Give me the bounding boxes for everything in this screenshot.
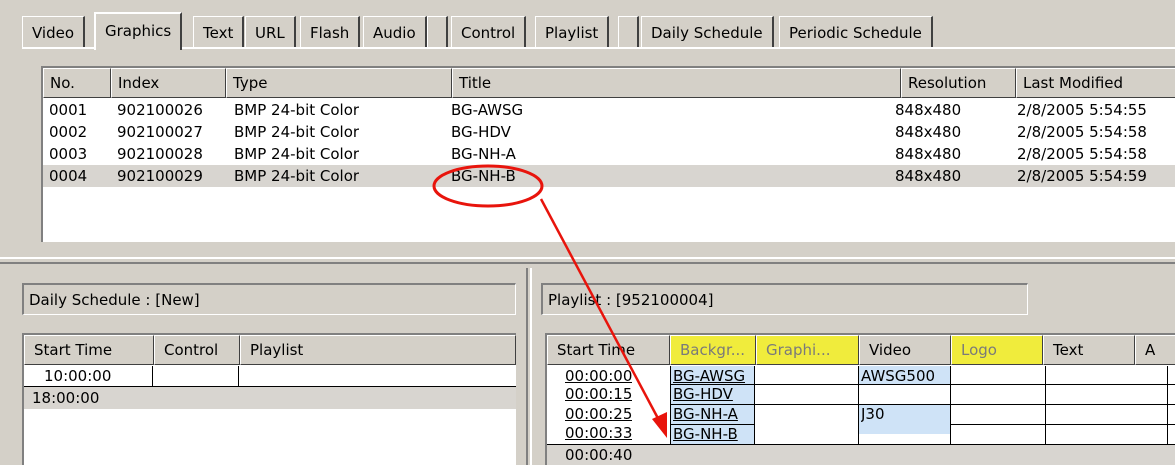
playlist-background-item: BG-HDV <box>673 386 733 403</box>
playlist-caption: Playlist : [952100004] <box>541 283 1028 315</box>
grid-line <box>152 366 153 387</box>
cell-no: 0004 <box>49 167 88 185</box>
cell-index: 902100029 <box>117 167 203 185</box>
col-playlist[interactable]: Playlist <box>240 335 516 365</box>
playlist-background-item: BG-AWSG <box>673 368 746 385</box>
media-table-header: No. Index Type Title Resolution Last Mod… <box>43 68 1175 98</box>
vertical-splitter[interactable] <box>526 268 528 465</box>
tab-text[interactable]: Text <box>193 16 245 48</box>
col-audio[interactable]: A <box>1135 335 1175 365</box>
grid-line <box>951 424 1175 425</box>
cell-title: BG-AWSG <box>451 101 524 119</box>
cell-resolution: 848x480 <box>895 123 962 141</box>
tab-spacer <box>427 16 448 48</box>
cell-resolution: 848x480 <box>895 167 962 185</box>
table-row[interactable]: 0001 902100026 BMP 24-bit Color BG-AWSG … <box>43 99 1175 121</box>
cell-type: BMP 24-bit Color <box>234 101 360 119</box>
cell-last-modified: 2/8/2005 5:54:55 <box>1017 101 1147 119</box>
tab-audio[interactable]: Audio <box>363 16 427 48</box>
col-last-modified[interactable]: Last Modified <box>1016 68 1175 98</box>
col-start-time[interactable]: Start Time <box>24 335 154 365</box>
tab-flash[interactable]: Flash <box>300 16 361 48</box>
playlist-table[interactable]: Start Time Backgr... Graphi... Video Log… <box>545 333 1175 465</box>
tab-daily-schedule[interactable]: Daily Schedule <box>641 16 774 48</box>
cell-title: BG-NH-A <box>451 145 516 163</box>
tab-control[interactable]: Control <box>451 16 527 48</box>
daily-schedule-caption: Daily Schedule : [New] <box>22 283 516 315</box>
playlist-background-item: BG-NH-A <box>673 406 738 423</box>
cell-title: BG-HDV <box>451 123 511 141</box>
grid-line <box>1045 366 1046 444</box>
media-table[interactable]: No. Index Type Title Resolution Last Mod… <box>41 66 1175 242</box>
table-row-selected[interactable]: 0004 902100029 BMP 24-bit Color BG-NH-B … <box>43 165 1175 187</box>
col-background[interactable]: Backgr... <box>670 335 756 365</box>
grid-line <box>670 404 951 405</box>
cell-no: 0003 <box>49 145 88 163</box>
cell-type: BMP 24-bit Color <box>234 167 360 185</box>
cell-index: 902100026 <box>117 101 203 119</box>
tab-graphics[interactable]: Graphics <box>94 12 183 50</box>
daily-cell-start-time[interactable]: 10:00:00 <box>24 366 154 386</box>
cell-resolution: 848x480 <box>895 101 962 119</box>
playlist-time[interactable]: 00:00:15 <box>565 386 632 404</box>
grid-line <box>950 366 951 444</box>
splitter-highlight <box>0 257 1175 259</box>
col-title[interactable]: Title <box>452 68 901 98</box>
cell-index: 902100027 <box>117 123 203 141</box>
daily-schedule-table[interactable]: Start Time Control Playlist 10:00:00 18:… <box>22 333 516 465</box>
grid-line <box>951 384 1175 385</box>
cell-title: BG-NH-B <box>451 167 516 185</box>
cell-no: 0002 <box>49 123 88 141</box>
grid-line <box>1167 366 1168 444</box>
col-type[interactable]: Type <box>226 68 452 98</box>
playlist-time[interactable]: 00:00:00 <box>565 368 632 386</box>
splitter-shadow[interactable] <box>0 262 1175 264</box>
grid-line <box>754 366 755 444</box>
tab-spacer-2 <box>618 16 639 48</box>
cell-no: 0001 <box>49 101 88 119</box>
cell-resolution: 848x480 <box>895 145 962 163</box>
col-text[interactable]: Text <box>1043 335 1135 365</box>
col-index[interactable]: Index <box>111 68 226 98</box>
grid-line <box>670 424 755 425</box>
playlist-video-item: AWSG500 <box>861 368 936 385</box>
vertical-splitter-highlight <box>530 268 532 465</box>
grid-line <box>951 404 1175 405</box>
col-no[interactable]: No. <box>43 68 111 98</box>
grid-line <box>238 366 239 387</box>
tab-underline <box>22 47 1175 49</box>
table-row[interactable]: 0002 902100027 BMP 24-bit Color BG-HDV 8… <box>43 121 1175 143</box>
playlist-video-item: J30 <box>861 406 885 423</box>
playlist-row-end[interactable]: 00:00:40 <box>547 445 1175 465</box>
tab-url[interactable]: URL <box>245 16 296 48</box>
col-video[interactable]: Video <box>859 335 951 365</box>
cell-last-modified: 2/8/2005 5:54:58 <box>1017 145 1147 163</box>
tab-playlist[interactable]: Playlist <box>535 16 610 48</box>
tab-video[interactable]: Video <box>22 16 86 48</box>
cell-last-modified: 2/8/2005 5:54:59 <box>1017 167 1147 185</box>
cell-last-modified: 2/8/2005 5:54:58 <box>1017 123 1147 141</box>
cell-index: 902100028 <box>117 145 203 163</box>
playlist-time[interactable]: 00:00:33 <box>565 425 632 443</box>
table-row[interactable]: 0003 902100028 BMP 24-bit Color BG-NH-A … <box>43 143 1175 165</box>
col-control[interactable]: Control <box>154 335 240 365</box>
playlist-time[interactable]: 00:00:25 <box>565 406 632 424</box>
col-logo[interactable]: Logo <box>951 335 1043 365</box>
cell-type: BMP 24-bit Color <box>234 145 360 163</box>
col-resolution[interactable]: Resolution <box>901 68 1016 98</box>
playlist-background-item: BG-NH-B <box>673 426 738 443</box>
col-start-time[interactable]: Start Time <box>547 335 670 365</box>
cell-type: BMP 24-bit Color <box>234 123 360 141</box>
col-graphics[interactable]: Graphi... <box>756 335 859 365</box>
daily-row-selected[interactable]: 18:00:00 <box>24 387 516 409</box>
tab-periodic-schedule[interactable]: Periodic Schedule <box>779 16 933 48</box>
